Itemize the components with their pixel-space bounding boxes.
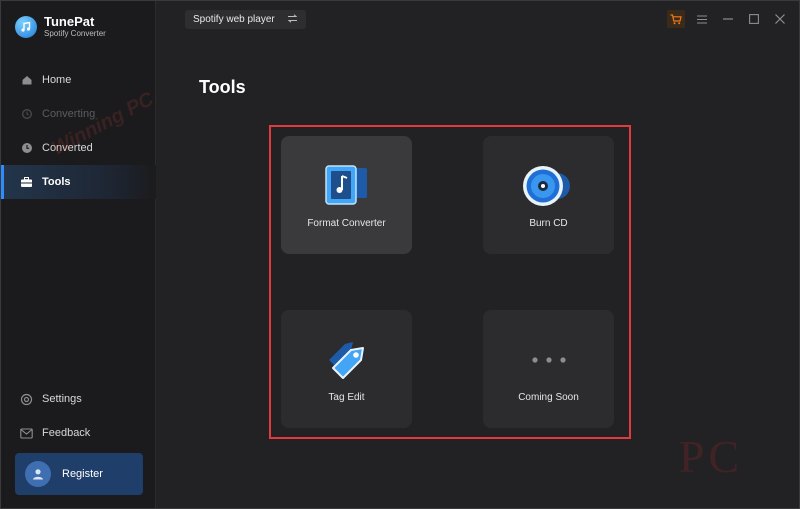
tag-edit-icon	[281, 340, 412, 380]
tool-card-burn-cd[interactable]: Burn CD	[483, 136, 614, 254]
close-icon[interactable]	[771, 10, 789, 28]
sidebar-item-feedback[interactable]: Feedback	[1, 416, 156, 450]
tool-card-format-converter[interactable]: Format Converter	[281, 136, 412, 254]
sidebar-item-converted[interactable]: Converted	[1, 131, 156, 165]
toolbox-icon	[20, 176, 33, 189]
register-label: Register	[62, 468, 103, 480]
sidebar-item-tools[interactable]: Tools	[1, 165, 156, 199]
tool-label: Burn CD	[529, 218, 568, 229]
sidebar-item-label: Settings	[42, 393, 82, 405]
sync-icon	[20, 108, 33, 121]
brand: TunePat Spotify Converter	[15, 15, 106, 39]
source-label: Spotify web player	[193, 14, 275, 25]
burn-cd-icon	[483, 166, 614, 206]
format-converter-icon	[281, 165, 412, 206]
mail-icon	[20, 427, 33, 440]
avatar	[25, 461, 51, 487]
app-subtitle: Spotify Converter	[44, 29, 106, 38]
sidebar-item-label: Tools	[42, 176, 71, 188]
tunepat-logo-icon	[15, 16, 37, 38]
minimize-icon[interactable]	[719, 10, 737, 28]
tool-label: Format Converter	[307, 218, 386, 229]
sidebar-item-label: Converted	[42, 142, 93, 154]
gear-icon	[20, 393, 33, 406]
page-title: Tools	[199, 77, 246, 97]
sidebar-item-converting[interactable]: Converting	[1, 97, 156, 131]
cart-icon[interactable]	[667, 10, 685, 28]
sidebar-item-home[interactable]: Home	[1, 63, 156, 97]
user-icon	[33, 469, 43, 480]
menu-icon[interactable]	[693, 10, 711, 28]
sidebar-item-label: Converting	[42, 108, 96, 120]
sidebar-bottom: Settings Feedback	[1, 382, 156, 450]
tool-card-coming-soon[interactable]: Coming Soon	[483, 310, 614, 428]
tool-label: Tag Edit	[328, 392, 365, 403]
sidebar-item-label: Feedback	[42, 427, 91, 439]
sidebar: TunePat Spotify Converter Home Convertin…	[1, 1, 156, 508]
clock-icon	[20, 142, 33, 155]
source-selector[interactable]: Spotify web player	[185, 10, 306, 29]
watermark-logo: PC	[678, 430, 744, 482]
sidebar-item-label: Home	[42, 74, 72, 86]
app-window: TunePat Spotify Converter Home Convertin…	[0, 0, 800, 509]
home-icon	[20, 74, 33, 87]
sidebar-item-settings[interactable]: Settings	[1, 382, 156, 416]
register-button[interactable]: Register	[15, 453, 143, 495]
tool-card-tag-edit[interactable]: Tag Edit	[281, 310, 412, 428]
sidebar-nav: Home Converting Converted Tools	[1, 63, 156, 199]
more-dots-icon	[483, 340, 614, 380]
tool-label: Coming Soon	[518, 392, 579, 403]
window-controls	[667, 10, 789, 28]
maximize-icon[interactable]	[745, 10, 763, 28]
switch-icon	[287, 13, 298, 26]
app-name: TunePat	[44, 14, 95, 29]
